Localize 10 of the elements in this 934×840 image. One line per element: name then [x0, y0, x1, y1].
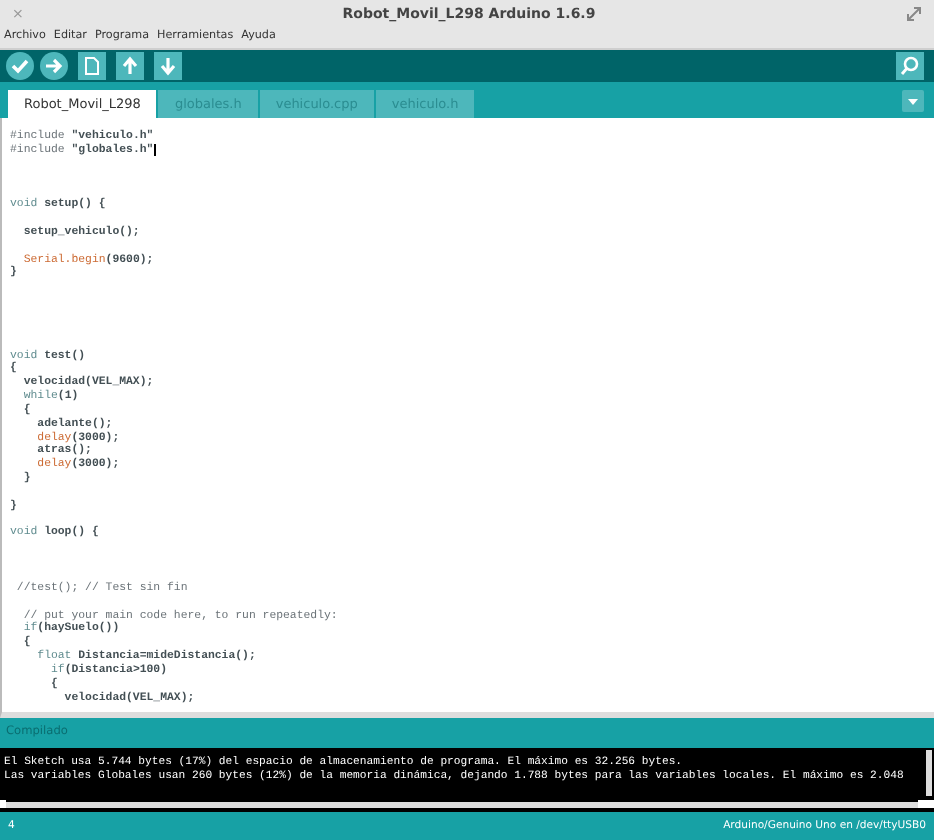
horizontal-scrollbar[interactable] — [6, 800, 918, 809]
verify-button[interactable] — [6, 51, 34, 80]
open-button[interactable] — [116, 51, 144, 80]
serial-monitor-button[interactable] — [896, 51, 924, 80]
save-button[interactable] — [154, 51, 182, 80]
maximize-icon[interactable] — [906, 5, 922, 22]
tab-menu-button[interactable] — [902, 89, 924, 112]
vertical-scrollbar[interactable] — [926, 749, 932, 797]
new-file-button[interactable] — [78, 51, 106, 80]
upload-button[interactable] — [40, 51, 68, 80]
